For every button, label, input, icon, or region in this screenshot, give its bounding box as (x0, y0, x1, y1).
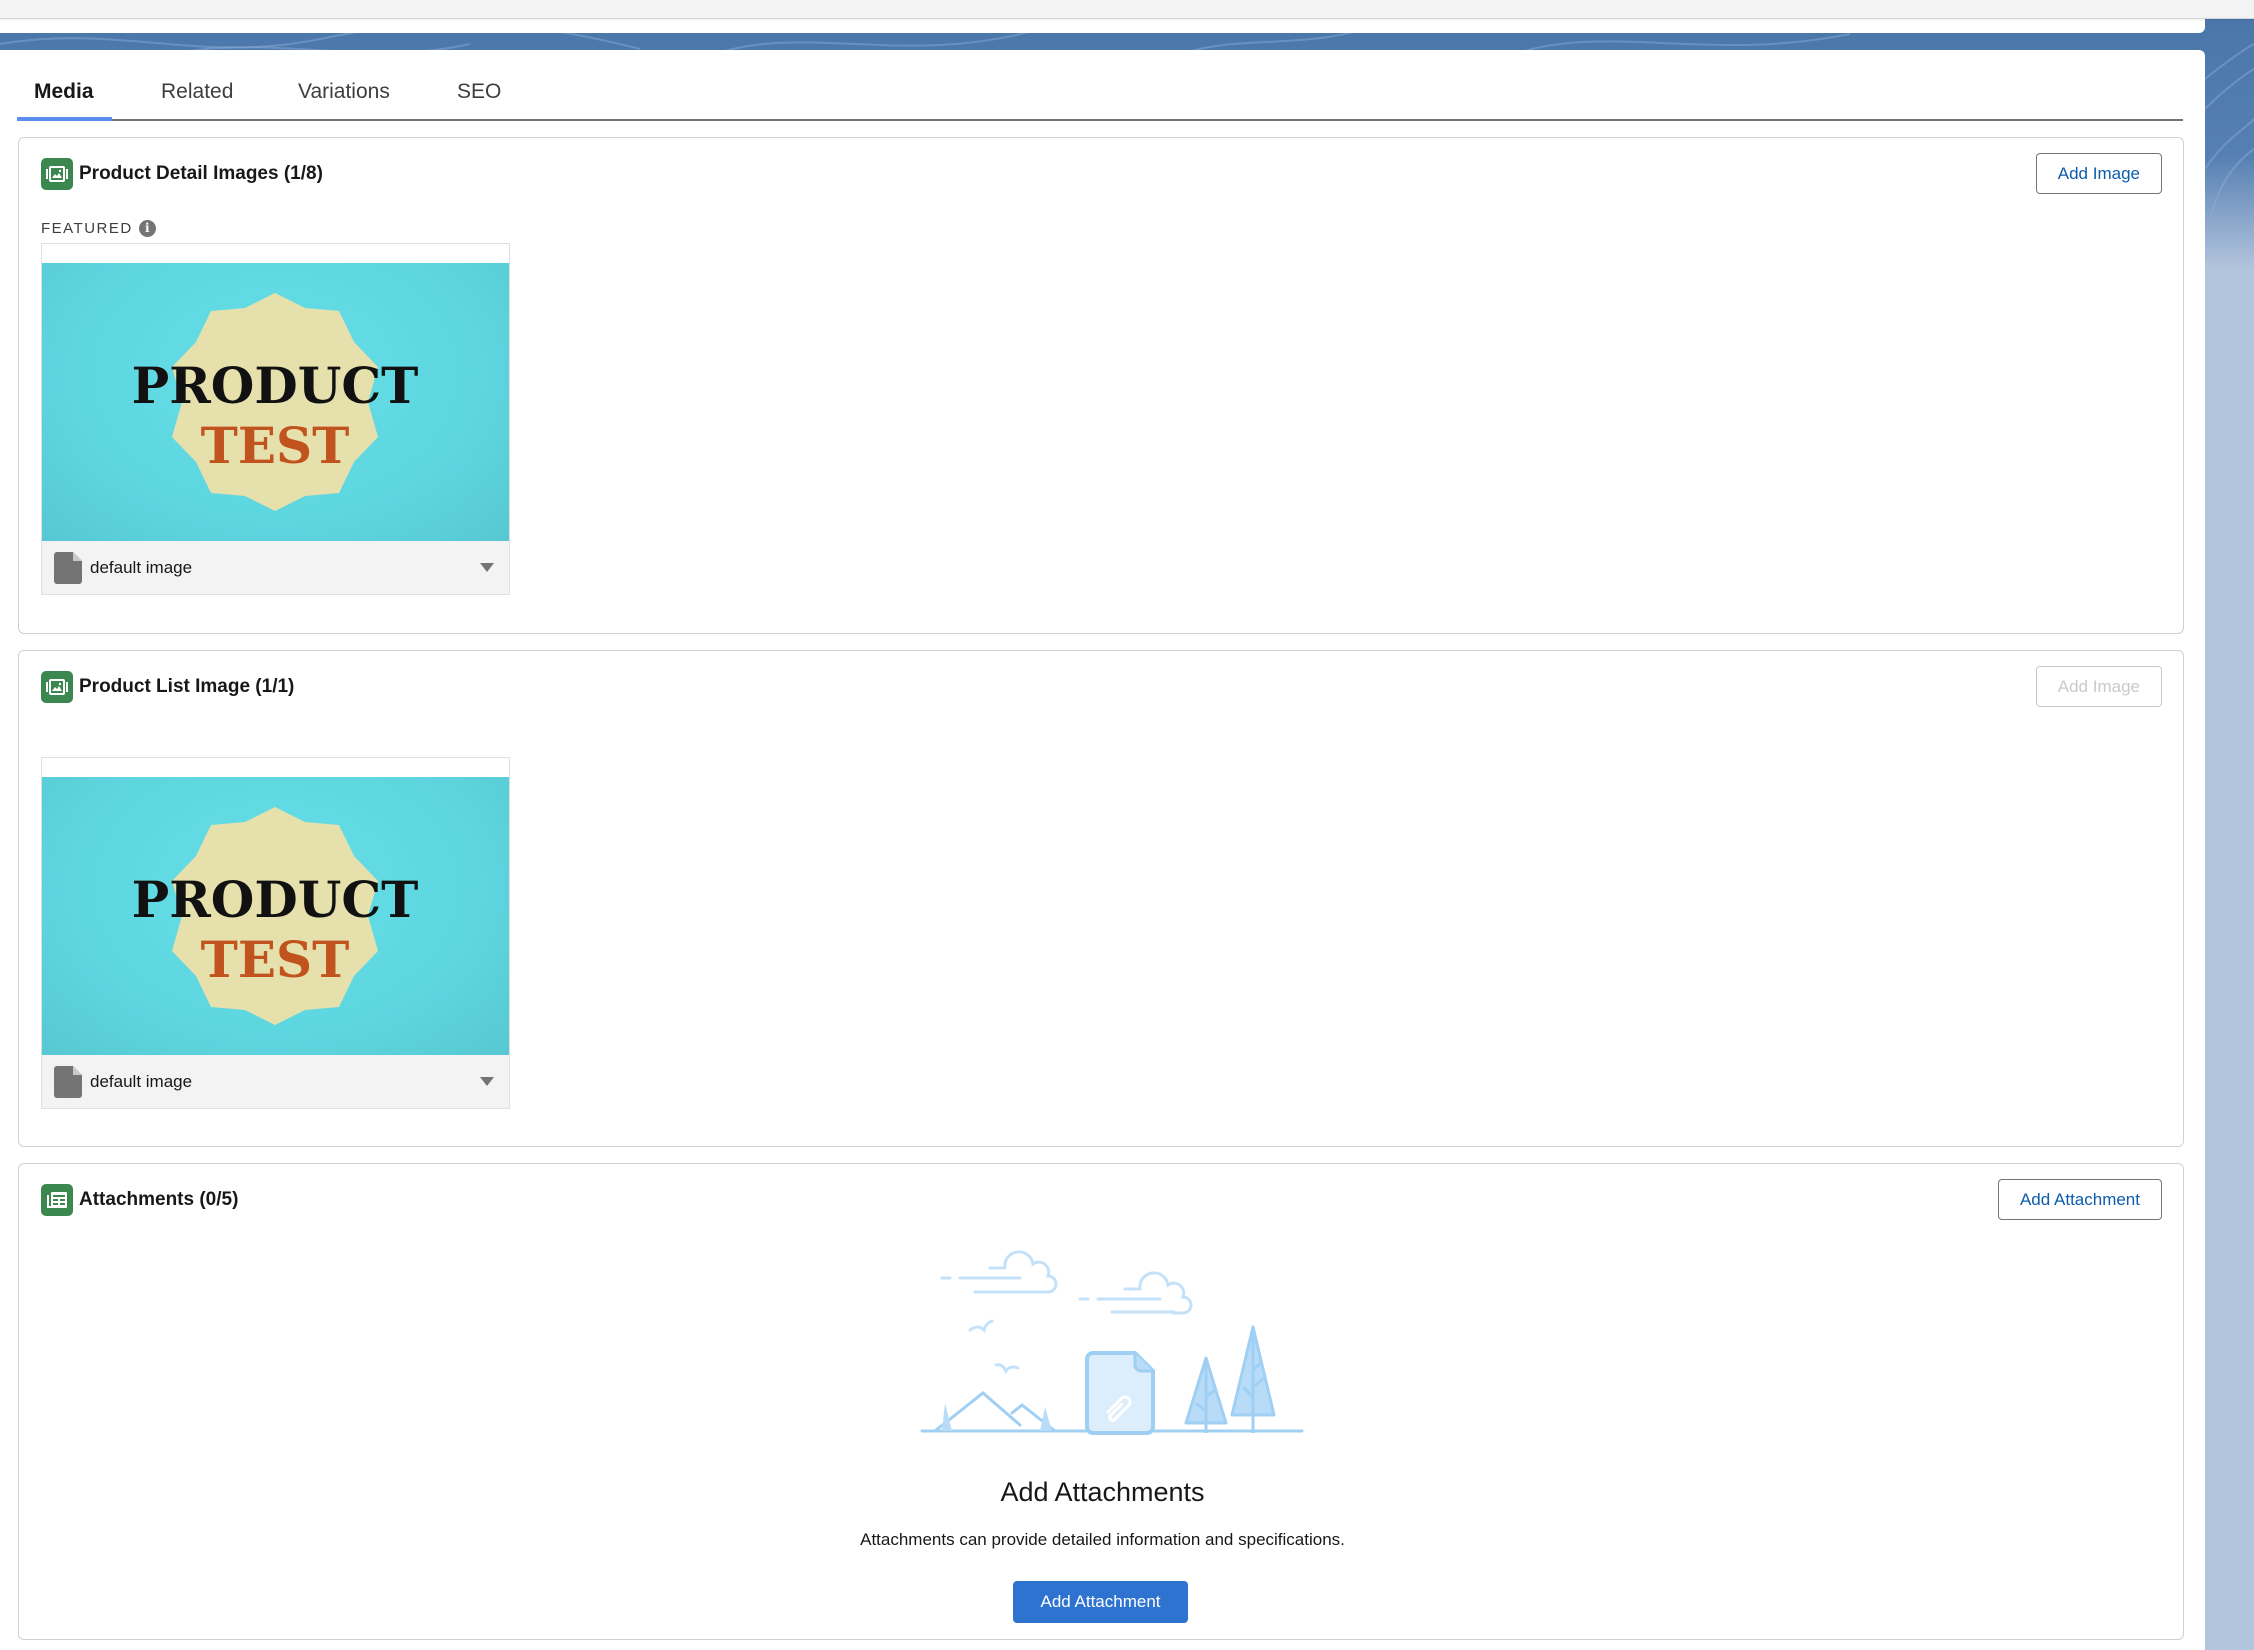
file-icon (54, 551, 82, 584)
image-text-line1: PRODUCT (132, 870, 419, 929)
tab-media[interactable]: Media (34, 80, 94, 104)
tab-related[interactable]: Related (161, 80, 233, 104)
empty-attachments-illustration (920, 1250, 1304, 1435)
product-image-thumbnail: PRODUCT TEST (42, 263, 509, 541)
image-text-line2: TEST (201, 416, 350, 475)
image-name: default image (90, 557, 193, 577)
section-title: Product List Image (1/1) (79, 676, 295, 697)
add-image-button[interactable]: Add Image (2035, 153, 2162, 194)
image-footer: default image (42, 541, 509, 594)
attachment-list-icon (41, 1184, 73, 1216)
add-image-button-disabled[interactable]: Add Image (2035, 666, 2162, 707)
tab-variations[interactable]: Variations (298, 80, 390, 104)
image-text-line1: PRODUCT (132, 356, 419, 415)
section-header: Product Detail Images (1/8) (41, 158, 323, 190)
add-attachment-button[interactable]: Add Attachment (1013, 1581, 1188, 1623)
featured-label: FEATURED i (41, 220, 156, 237)
info-icon[interactable]: i (138, 220, 156, 237)
product-detail-images-section: Product Detail Images (1/8) Add Image FE… (18, 137, 2184, 634)
section-title: Product Detail Images (1/8) (79, 163, 323, 184)
product-image-icon (41, 158, 73, 190)
section-header: Attachments (0/5) (41, 1184, 238, 1216)
product-test-image: PRODUCT TEST (132, 293, 419, 511)
attachment-file-icon (1085, 1351, 1155, 1435)
chevron-down-icon[interactable] (480, 563, 494, 572)
active-tab-indicator (17, 117, 112, 121)
product-image-icon (41, 671, 73, 703)
featured-label-text: FEATURED (41, 220, 133, 237)
image-tile[interactable]: PRODUCT TEST default image (41, 243, 510, 595)
tab-seo[interactable]: SEO (457, 80, 501, 104)
image-name: default image (90, 1071, 193, 1091)
add-attachment-header-button[interactable]: Add Attachment (1997, 1179, 2162, 1220)
image-footer: default image (42, 1055, 509, 1108)
image-tile[interactable]: PRODUCT TEST default image (41, 757, 510, 1109)
product-image-thumbnail: PRODUCT TEST (42, 777, 509, 1055)
section-header: Product List Image (1/1) (41, 671, 294, 703)
product-list-image-section: Product List Image (1/1) Add Image PRODU… (18, 650, 2184, 1147)
image-text-line2: TEST (201, 930, 350, 989)
product-test-image: PRODUCT TEST (132, 807, 419, 1025)
empty-state-description: Attachments can provide detailed informa… (860, 1530, 1345, 1549)
section-title: Attachments (0/5) (79, 1189, 239, 1210)
empty-state-title: Add Attachments (1000, 1477, 1205, 1507)
tab-bar: Media Related Variations SEO (17, 60, 2183, 121)
chevron-down-icon[interactable] (480, 1077, 494, 1086)
file-icon (54, 1065, 82, 1098)
